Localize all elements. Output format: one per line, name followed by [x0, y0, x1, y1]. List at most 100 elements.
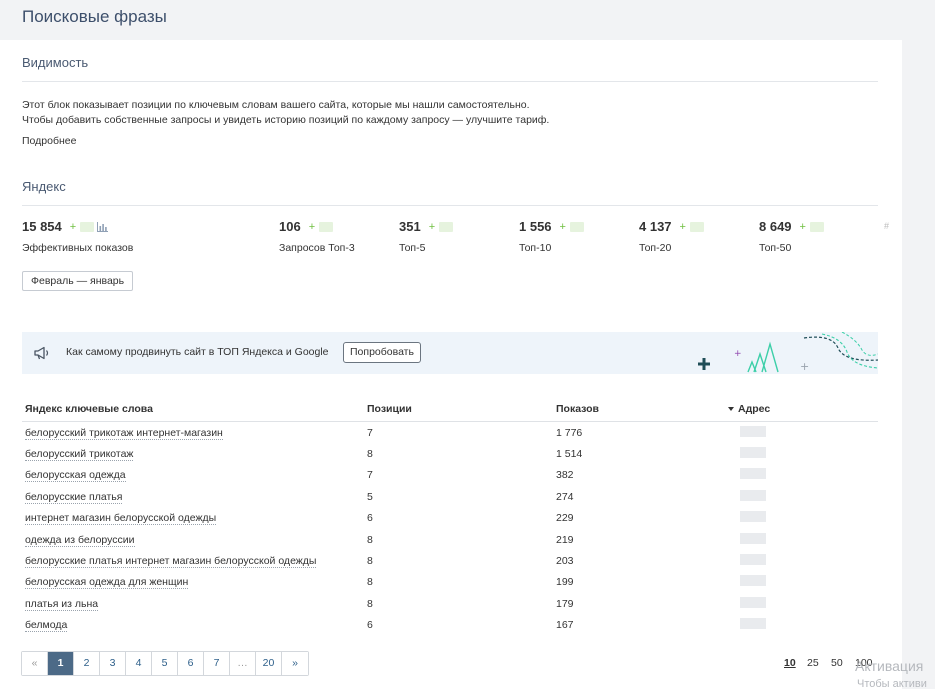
- stat-top20: 4 137 + Топ-20: [639, 219, 704, 254]
- prev-page-button[interactable]: «: [22, 652, 48, 675]
- blurred-value: [80, 221, 95, 232]
- header-position[interactable]: Позиции: [367, 403, 556, 415]
- page-1-button[interactable]: 1: [48, 652, 74, 675]
- table-header: Яндекс ключевые слова Позиции Показов Ад…: [22, 396, 878, 422]
- row-address: [728, 468, 878, 482]
- row-keyword[interactable]: одежда из белоруссии: [22, 533, 367, 547]
- keyword-text[interactable]: белорусские платья интернет магазин бело…: [25, 555, 317, 569]
- page-size-25[interactable]: 25: [807, 657, 819, 669]
- stat-plus: +: [69, 220, 77, 233]
- keyword-text[interactable]: белорусский трикотаж интернет-магазин: [25, 426, 223, 440]
- row-views: 382: [556, 469, 574, 482]
- sort-desc-icon: [728, 406, 734, 411]
- keyword-text[interactable]: белорусские платья: [25, 490, 123, 504]
- table-row: платья из льна 8 179: [22, 593, 878, 614]
- page-size-50[interactable]: 50: [831, 657, 843, 669]
- table-row: белорусские платья интернет магазин бело…: [22, 550, 878, 571]
- row-keyword[interactable]: белорусская одежда для женщин: [22, 576, 367, 590]
- stat-plus: +: [428, 220, 436, 233]
- table-row: белорусская одежда для женщин 8 199: [22, 572, 878, 593]
- blurred-address[interactable]: [740, 425, 766, 437]
- table-row: интернет магазин белорусской одежды 6 229: [22, 508, 878, 529]
- ellipsis: …: [230, 652, 256, 675]
- next-page-button[interactable]: »: [282, 652, 308, 675]
- page-5-button[interactable]: 5: [152, 652, 178, 675]
- row-address: [728, 425, 878, 440]
- table-row: белорусская одежда 7 382: [22, 465, 878, 486]
- row-keyword[interactable]: интернет магазин белорусской одежды: [22, 512, 367, 526]
- pagination: « 1 2 3 4 5 6 7 … 20 »: [21, 651, 309, 676]
- row-address: [728, 618, 878, 632]
- stat-plus: +: [559, 220, 566, 233]
- row-keyword[interactable]: белорусские платья интернет магазин бело…: [22, 555, 367, 569]
- row-views: 1 514: [556, 448, 583, 461]
- page-2-button[interactable]: 2: [74, 652, 100, 675]
- activation-watermark-sub: Чтобы активи: [857, 678, 927, 689]
- page-4-button[interactable]: 4: [126, 652, 152, 675]
- table-row: белорусский трикотаж интернет-магазин 7 1 …: [22, 422, 878, 443]
- row-keyword[interactable]: платья из льна: [22, 597, 367, 611]
- table-row: одежда из белоруссии 8 219: [22, 529, 878, 550]
- bar-chart-icon[interactable]: [97, 221, 109, 232]
- page-20-button[interactable]: 20: [256, 652, 282, 675]
- row-keyword[interactable]: белорусские платья: [22, 490, 367, 504]
- stat-value: 4 137: [639, 219, 672, 234]
- table-row: белмода 6 167: [22, 615, 878, 636]
- row-keyword[interactable]: белорусский трикотаж: [22, 448, 367, 462]
- row-position: 8: [367, 597, 373, 610]
- row-address: [728, 554, 878, 568]
- keyword-text[interactable]: одежда из белоруссии: [25, 533, 135, 547]
- description-line-1: Этот блок показывает позиции по ключевым…: [22, 99, 530, 111]
- stat-top50: 8 649 + Топ-50: [759, 219, 824, 254]
- row-keyword[interactable]: белмода: [22, 619, 367, 633]
- row-views: 179: [556, 597, 574, 610]
- stat-value: 1 556: [519, 219, 552, 234]
- row-keyword[interactable]: белорусский трикотаж интернет-магазин: [22, 426, 367, 440]
- row-address: [728, 511, 878, 525]
- stat-top5: 351 + Топ-5: [399, 219, 454, 254]
- header-address-label: Адрес: [738, 402, 771, 415]
- page-size-10[interactable]: 10: [784, 657, 796, 669]
- try-button[interactable]: Попробовать: [343, 342, 421, 363]
- keyword-text[interactable]: белмода: [25, 619, 68, 633]
- promo-illustration: + +: [698, 332, 878, 373]
- keyword-text[interactable]: белорусская одежда: [25, 469, 126, 483]
- keyword-text[interactable]: белорусская одежда для женщин: [25, 576, 189, 590]
- keyword-text[interactable]: платья из льна: [25, 597, 99, 611]
- blurred-value: [689, 221, 704, 232]
- blurred-address[interactable]: [740, 468, 766, 480]
- header-keyword[interactable]: Яндекс ключевые слова: [22, 403, 367, 415]
- blurred-address[interactable]: [740, 511, 766, 523]
- stat-label: Эффективных показов: [22, 242, 134, 254]
- row-views: 167: [556, 619, 574, 632]
- hash-icon[interactable]: #: [884, 221, 889, 231]
- blurred-address[interactable]: [740, 554, 766, 566]
- row-address: [728, 575, 878, 589]
- blurred-address[interactable]: [740, 532, 766, 544]
- megaphone-icon: [34, 346, 49, 360]
- blurred-address[interactable]: [740, 489, 766, 501]
- stat-label: Топ-50: [759, 242, 792, 254]
- stat-value: 15 854: [22, 219, 62, 234]
- stat-top10: 1 556 + Топ-10: [519, 219, 584, 254]
- more-link[interactable]: Подробнее: [22, 135, 76, 147]
- row-keyword[interactable]: белорусская одежда: [22, 469, 367, 483]
- yandex-title: Яндекс: [22, 179, 66, 194]
- page-6-button[interactable]: 6: [178, 652, 204, 675]
- stat-value: 8 649: [759, 219, 792, 234]
- row-views: 229: [556, 512, 574, 525]
- header-address[interactable]: Адрес: [728, 403, 878, 415]
- page-7-button[interactable]: 7: [204, 652, 230, 675]
- page-3-button[interactable]: 3: [100, 652, 126, 675]
- keyword-text[interactable]: белорусский трикотаж: [25, 448, 134, 462]
- row-position: 7: [367, 426, 373, 439]
- header-views[interactable]: Показов: [556, 403, 728, 415]
- blurred-address[interactable]: [740, 447, 766, 459]
- stat-label: Топ-20: [639, 242, 672, 254]
- blurred-address[interactable]: [740, 596, 766, 608]
- period-button[interactable]: Февраль — январь: [22, 271, 134, 291]
- blurred-address[interactable]: [740, 575, 766, 587]
- keyword-text[interactable]: интернет магазин белорусской одежды: [25, 512, 217, 526]
- blurred-address[interactable]: [740, 618, 766, 630]
- stat-label: Топ-10: [519, 242, 552, 254]
